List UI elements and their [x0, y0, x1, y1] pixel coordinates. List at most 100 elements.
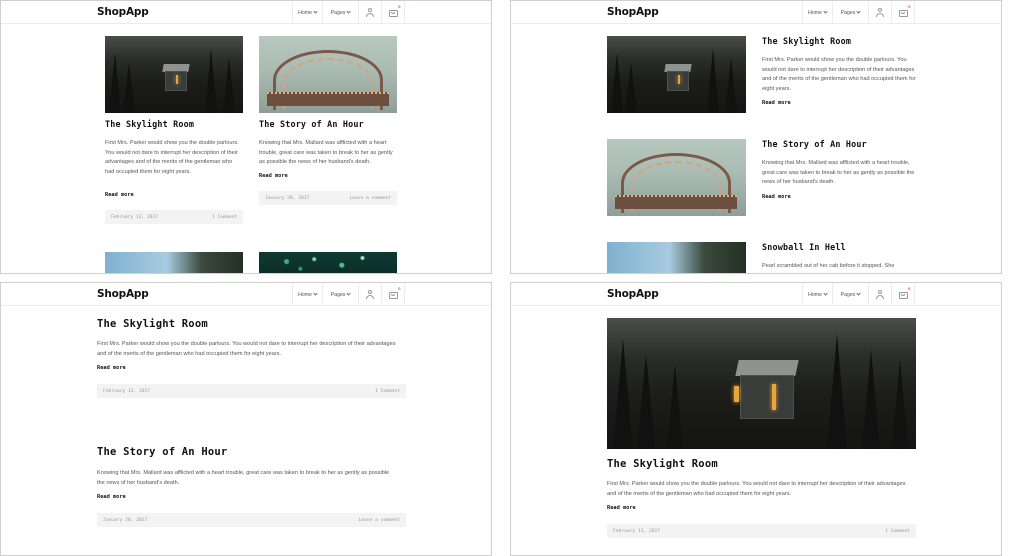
post-image-cabin[interactable] — [607, 36, 746, 113]
nav-home[interactable]: Home — [803, 283, 833, 306]
user-icon — [366, 8, 375, 17]
post-excerpt: Knowing that Mrs. Mallard was afflicted … — [762, 160, 915, 186]
nav-home[interactable]: Home — [803, 1, 833, 24]
chevron-down-icon — [856, 9, 861, 14]
cart-count-badge: 0 — [908, 286, 911, 291]
account-button[interactable] — [359, 1, 382, 24]
account-button[interactable] — [359, 283, 382, 306]
post-comments-link[interactable]: 1 Comment — [375, 389, 400, 394]
user-icon — [876, 290, 885, 299]
post-meta: February 13, 2017 1 Comment — [607, 524, 916, 538]
post-date: February 13, 2017 — [103, 388, 151, 394]
post-comments-link[interactable]: Leave a comment — [359, 518, 401, 523]
nav-home-label: Home — [298, 9, 312, 16]
post-title[interactable]: The Story of An Hour — [97, 446, 227, 458]
chevron-down-icon — [856, 291, 861, 296]
post-image-sky[interactable] — [105, 252, 243, 273]
chevron-down-icon — [823, 9, 828, 14]
post-title[interactable]: The Skylight Room — [607, 458, 718, 470]
post-excerpt: First Mrs. Parker would show you the dou… — [97, 341, 396, 357]
post-excerpt: First Mrs. Parker would show you the dou… — [762, 57, 916, 92]
cart-icon: 0 — [898, 4, 911, 17]
post-image-cabin[interactable] — [105, 36, 243, 113]
nav-menu: Home Pages 0 — [802, 283, 915, 306]
nav-pages-label: Pages — [330, 291, 346, 298]
post-excerpt: Knowing that Mrs. Mallard was afflicted … — [97, 470, 390, 486]
post-image-sky[interactable] — [607, 242, 746, 273]
read-more-link[interactable]: Read more — [607, 505, 636, 511]
account-button[interactable] — [869, 1, 892, 24]
post-comments-link[interactable]: Leave a comment — [350, 196, 392, 201]
post-excerpt: First Mrs. Parker would show you the dou… — [105, 140, 239, 175]
read-more-link[interactable]: Read more — [762, 100, 791, 106]
post-title[interactable]: The Skylight Room — [105, 119, 194, 129]
nav-home-label: Home — [808, 9, 822, 16]
post-title[interactable]: Snowball In Hell — [762, 242, 846, 252]
cart-count-badge: 0 — [398, 4, 401, 9]
post-image-cabin[interactable] — [607, 318, 916, 449]
nav-pages[interactable]: Pages — [833, 1, 869, 24]
nav-pages-label: Pages — [330, 9, 346, 16]
post-excerpt: Knowing that Mrs. Mallard was afflicted … — [259, 140, 393, 166]
cart-icon: 0 — [898, 286, 911, 299]
nav-home[interactable]: Home — [293, 283, 323, 306]
nav-home-label: Home — [808, 291, 822, 298]
post-meta: February 13, 2017 1 Comment — [105, 210, 243, 224]
post-image-lights[interactable] — [259, 252, 397, 273]
cart-count-badge: 0 — [908, 4, 911, 9]
cart-button[interactable]: 0 — [892, 283, 915, 306]
cart-icon: 0 — [388, 4, 401, 17]
chevron-down-icon — [313, 9, 318, 14]
post-meta: January 20, 2017 Leave a comment — [259, 191, 397, 205]
post-image-sign[interactable] — [259, 36, 397, 113]
post-title[interactable]: The Skylight Room — [762, 36, 851, 46]
navbar: ShopApp Home Pages 0 — [511, 283, 1001, 306]
layout-fullwidth-panel: ShopApp Home Pages 0 The Skylight Room F… — [510, 282, 1002, 556]
nav-menu: Home Pages 0 — [802, 1, 915, 24]
nav-pages[interactable]: Pages — [323, 1, 359, 24]
post-date: February 13, 2017 — [613, 528, 661, 534]
layout-grid-panel: ShopApp Home Pages 0 The Skylight Room F… — [0, 0, 492, 274]
read-more-link[interactable]: Read more — [97, 365, 126, 371]
logo[interactable]: ShopApp — [97, 288, 149, 300]
logo[interactable]: ShopApp — [607, 288, 659, 300]
cart-button[interactable]: 0 — [892, 1, 915, 24]
post-title[interactable]: The Skylight Room — [97, 318, 208, 330]
post-date: January 20, 2017 — [103, 517, 148, 523]
cart-button[interactable]: 0 — [382, 1, 405, 24]
read-more-link[interactable]: Read more — [105, 192, 134, 198]
post-date: February 13, 2017 — [111, 214, 159, 220]
cart-icon: 0 — [388, 286, 401, 299]
navbar: ShopApp Home Pages 0 — [511, 1, 1001, 24]
post-title[interactable]: The Story of An Hour — [259, 119, 364, 129]
chevron-down-icon — [823, 291, 828, 296]
cart-count-badge: 0 — [398, 286, 401, 291]
post-comments-link[interactable]: 1 Comment — [212, 215, 237, 220]
post-image-sign[interactable] — [607, 139, 746, 216]
layout-text-panel: ShopApp Home Pages 0 The Skylight Room F… — [0, 282, 492, 556]
logo[interactable]: ShopApp — [97, 6, 149, 18]
nav-pages[interactable]: Pages — [833, 283, 869, 306]
post-excerpt: First Mrs. Parker would show you the dou… — [607, 481, 906, 497]
nav-home[interactable]: Home — [293, 1, 323, 24]
navbar: ShopApp Home Pages 0 — [1, 1, 491, 24]
read-more-link[interactable]: Read more — [762, 194, 791, 200]
cart-button[interactable]: 0 — [382, 283, 405, 306]
logo[interactable]: ShopApp — [607, 6, 659, 18]
post-comments-link[interactable]: 1 Comment — [885, 529, 910, 534]
post-excerpt: Pearl scrambled out of her cab before it… — [762, 263, 895, 269]
nav-pages[interactable]: Pages — [323, 283, 359, 306]
user-icon — [876, 8, 885, 17]
read-more-link[interactable]: Read more — [259, 173, 288, 179]
post-title[interactable]: The Story of An Hour — [762, 139, 867, 149]
chevron-down-icon — [346, 9, 351, 14]
nav-menu: Home Pages 0 — [292, 283, 405, 306]
navbar: ShopApp Home Pages 0 — [1, 283, 491, 306]
post-date: January 20, 2017 — [265, 195, 310, 201]
account-button[interactable] — [869, 283, 892, 306]
chevron-down-icon — [313, 291, 318, 296]
post-meta: January 20, 2017 Leave a comment — [97, 513, 406, 527]
post-meta: February 13, 2017 1 Comment — [97, 384, 406, 398]
read-more-link[interactable]: Read more — [97, 494, 126, 500]
chevron-down-icon — [346, 291, 351, 296]
